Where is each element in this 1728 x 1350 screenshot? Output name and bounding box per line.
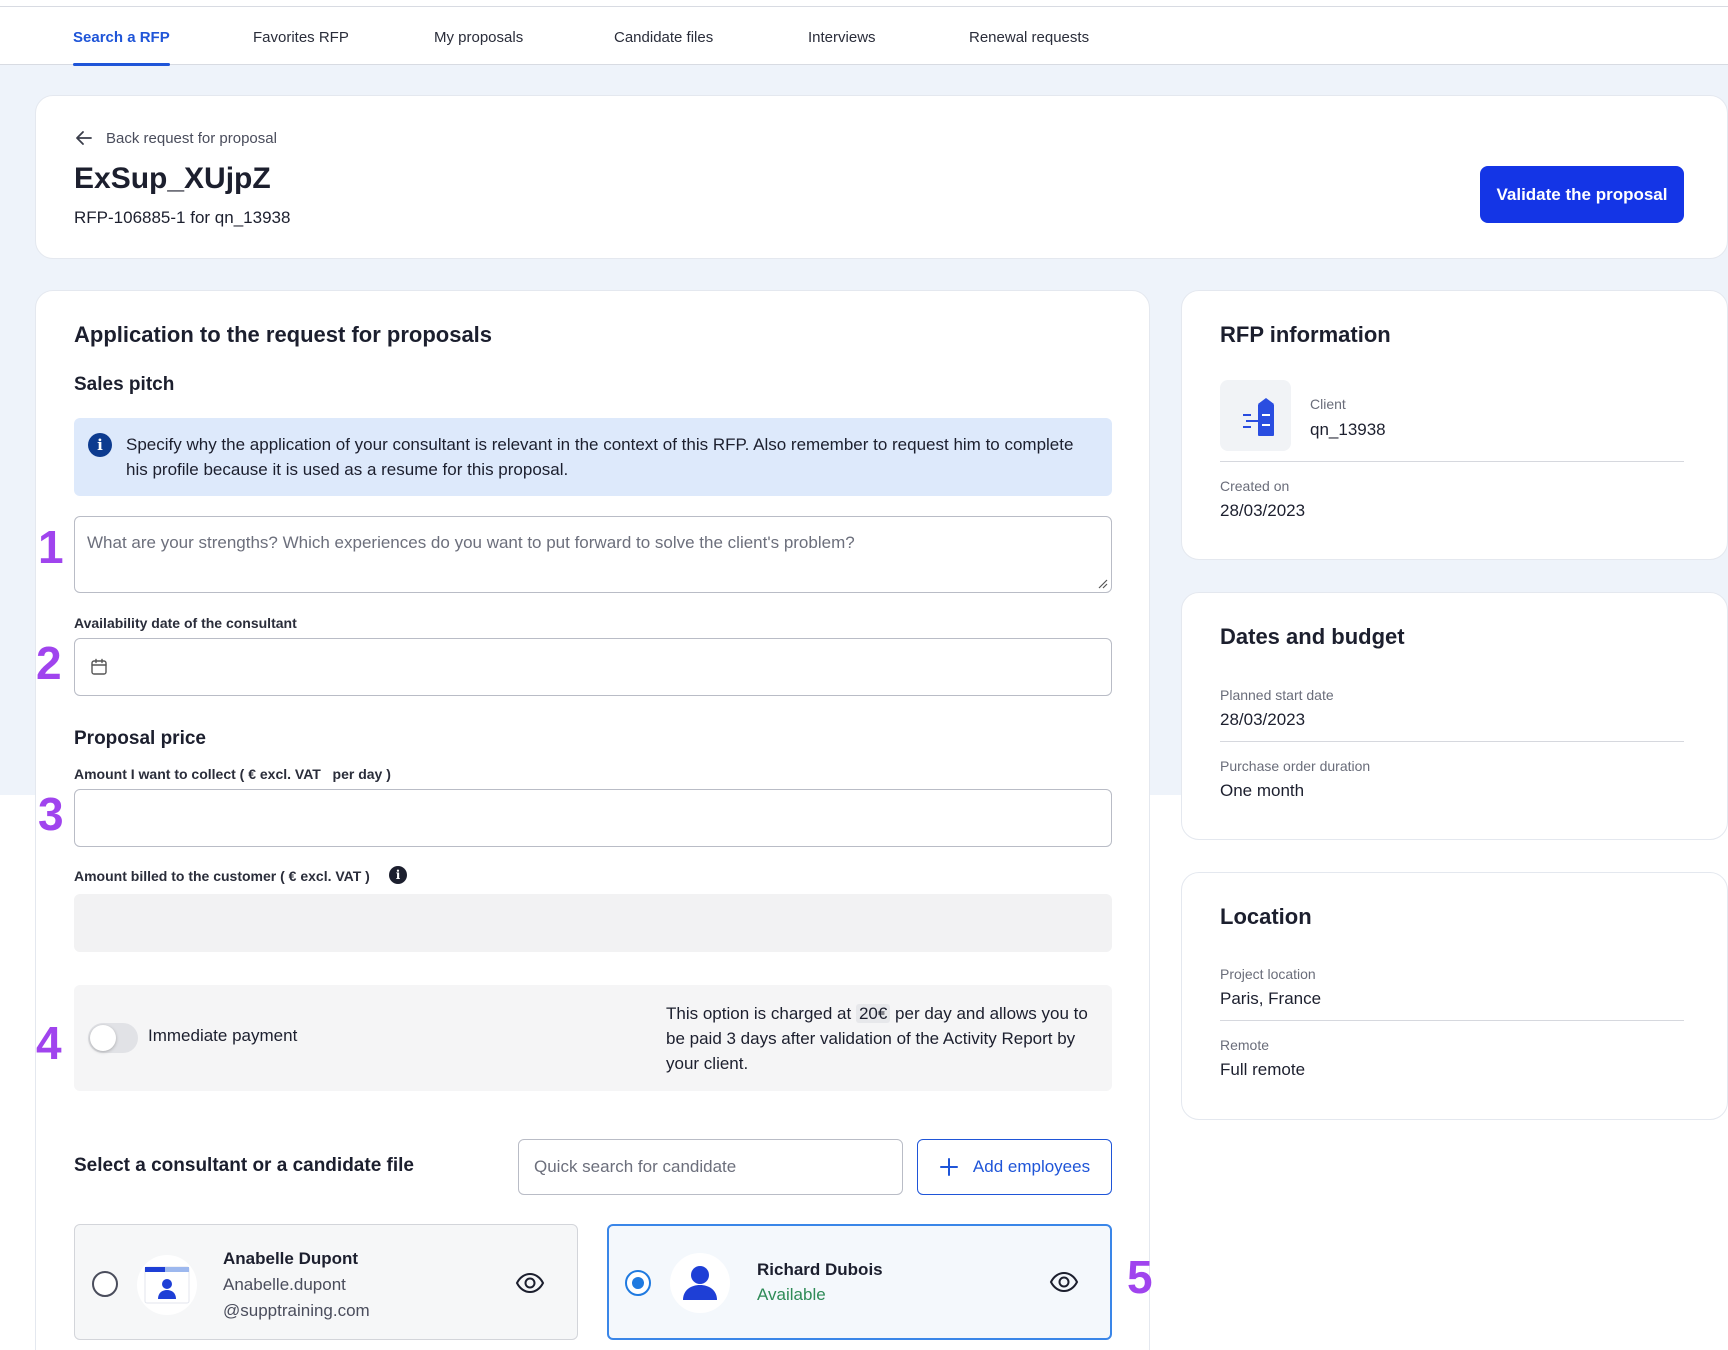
eye-icon[interactable] <box>1049 1270 1079 1294</box>
duration-value: One month <box>1220 781 1305 800</box>
info-icon: i <box>88 433 112 457</box>
divider <box>1220 1020 1684 1021</box>
tab-candidate-files[interactable]: Candidate files <box>614 7 713 65</box>
candidate-radio-selected[interactable] <box>625 1270 651 1296</box>
tab-renewal-requests[interactable]: Renewal requests <box>969 7 1089 65</box>
remote-label: Remote <box>1220 1037 1270 1053</box>
created-on-label: Created on <box>1220 478 1290 494</box>
start-date-value: 28/03/2023 <box>1220 710 1306 729</box>
immediate-desc-text: This option is charged at <box>666 1004 856 1023</box>
sales-pitch-textarea[interactable]: What are your strengths? Which experienc… <box>74 516 1112 593</box>
start-date-label: Planned start date <box>1220 687 1334 703</box>
project-location-value: Paris, France <box>1220 989 1322 1008</box>
project-location-label: Project location <box>1220 966 1316 982</box>
marker-2: 2 <box>36 637 62 689</box>
application-heading: Application to the request for proposals <box>74 322 493 347</box>
immediate-payment-label: Immediate payment <box>148 1026 298 1045</box>
fee-chip: 20€ <box>855 1004 891 1023</box>
candidate-file-avatar <box>137 1255 197 1315</box>
select-consultant-heading: Select a consultant or a candidate file <box>74 1155 414 1176</box>
page-title: ExSup_XUjpZ <box>74 162 271 195</box>
candidate-search-input[interactable] <box>518 1139 903 1195</box>
candidate-name: Anabelle Dupont <box>223 1249 359 1268</box>
header-card <box>35 95 1728 259</box>
candidate-search-field[interactable] <box>519 1140 902 1194</box>
resize-handle-icon[interactable] <box>1096 577 1108 589</box>
immediate-payment-description: This option is charged at 20€ per day an… <box>666 1001 1106 1076</box>
calendar-icon <box>91 658 107 675</box>
amount-collect-input[interactable] <box>74 789 1112 847</box>
dates-budget-heading: Dates and budget <box>1220 624 1405 649</box>
candidate-email-line2: @supptraining.com <box>223 1301 370 1320</box>
info-notice: i Specify why the application of your co… <box>74 418 1112 496</box>
candidate-card-anabelle[interactable]: Anabelle Dupont Anabelle.dupont @supptra… <box>74 1224 578 1340</box>
toggle-knob <box>90 1025 116 1051</box>
building-icon <box>1243 398 1274 436</box>
sales-pitch-heading: Sales pitch <box>74 374 175 395</box>
client-label: Client <box>1310 396 1346 412</box>
tab-favorites-rfp[interactable]: Favorites RFP <box>253 7 349 65</box>
amount-billed-field <box>74 894 1112 952</box>
availability-status: Available <box>757 1285 826 1304</box>
back-link[interactable]: Back request for proposal <box>74 128 277 148</box>
marker-4: 4 <box>36 1017 62 1069</box>
add-employees-label: Add employees <box>972 1157 1091 1176</box>
location-heading: Location <box>1220 904 1312 929</box>
plus-icon <box>939 1158 958 1176</box>
candidate-radio[interactable] <box>92 1271 118 1297</box>
consultant-avatar <box>670 1253 730 1313</box>
client-logo <box>1220 380 1291 451</box>
candidate-card-richard[interactable]: Richard Dubois Available <box>607 1224 1112 1340</box>
immediate-payment-option: Immediate payment This option is charged… <box>74 985 1112 1091</box>
page-subtitle: RFP-106885-1 for qn_13938 <box>74 208 291 227</box>
person-icon <box>683 1266 717 1300</box>
proposal-price-heading: Proposal price <box>74 728 206 749</box>
divider <box>1220 741 1684 742</box>
availability-date-field[interactable] <box>74 638 1112 696</box>
candidate-email-line1: Anabelle.dupont <box>223 1275 346 1294</box>
rfp-information-heading: RFP information <box>1220 322 1391 347</box>
arrow-left-icon <box>76 131 92 145</box>
candidate-name: Richard Dubois <box>757 1260 883 1279</box>
client-value: qn_13938 <box>1310 420 1386 439</box>
eye-icon[interactable] <box>515 1271 545 1295</box>
marker-3: 3 <box>38 788 64 840</box>
marker-5: 5 <box>1127 1251 1153 1303</box>
remote-value: Full remote <box>1220 1060 1306 1079</box>
validate-proposal-button[interactable]: Validate the proposal <box>1480 166 1684 223</box>
back-link-label: Back request for proposal <box>106 129 277 147</box>
amount-billed-label: Amount billed to the customer ( € excl. … <box>74 868 370 884</box>
amount-collect-label: Amount I want to collect ( € excl. VAT p… <box>74 766 391 782</box>
add-employees-button[interactable]: Add employees <box>917 1139 1112 1195</box>
tab-my-proposals[interactable]: My proposals <box>434 7 523 65</box>
info-icon[interactable]: i <box>389 866 407 884</box>
duration-label: Purchase order duration <box>1220 758 1371 774</box>
tab-interviews[interactable]: Interviews <box>808 7 876 65</box>
created-on-value: 28/03/2023 <box>1220 501 1306 520</box>
candidate-file-icon <box>144 1266 190 1304</box>
availability-label: Availability date of the consultant <box>74 615 297 631</box>
tab-search-rfp[interactable]: Search a RFP <box>73 7 170 66</box>
marker-1: 1 <box>38 521 64 573</box>
sales-pitch-placeholder: What are your strengths? Which experienc… <box>87 533 855 552</box>
info-notice-text: Specify why the application of your cons… <box>126 435 1074 479</box>
divider <box>1220 461 1684 462</box>
immediate-payment-toggle[interactable] <box>88 1023 138 1053</box>
top-navigation: Search a RFP Favorites RFP My proposals … <box>0 6 1728 66</box>
